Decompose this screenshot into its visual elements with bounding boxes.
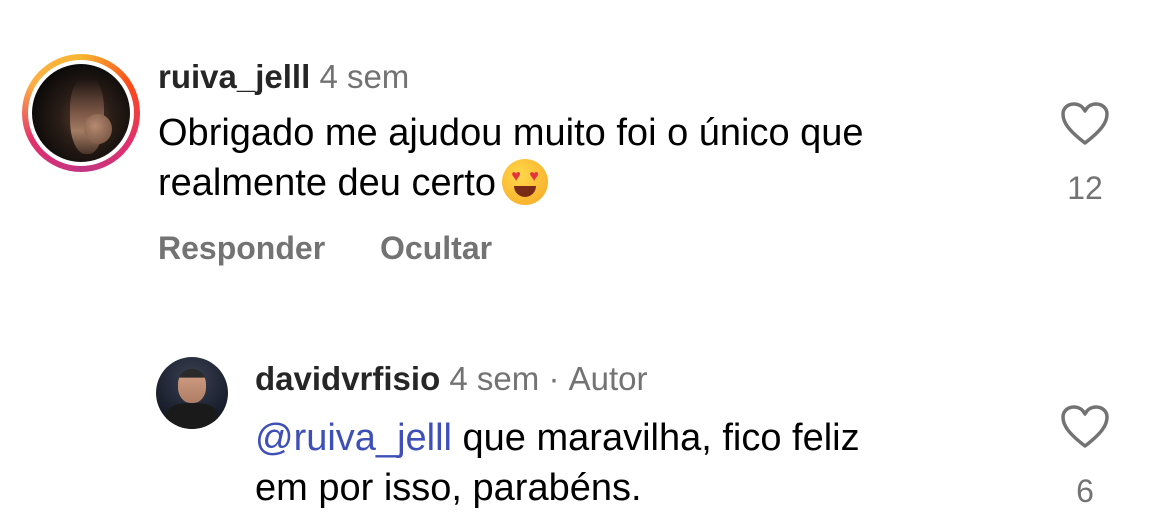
like-count: 12 — [1067, 170, 1103, 206]
reply-username[interactable]: davidvrfisio — [255, 360, 440, 397]
comment-timestamp: 4 sem — [319, 58, 410, 95]
hide-button[interactable]: Ocultar — [380, 230, 492, 266]
reply-text-line: @ruiva_jelll que maravilha, fico feliz — [255, 413, 860, 463]
comment-username[interactable]: ruiva_jelll — [158, 58, 310, 95]
comment-text-line: realmente deu certo ♥ ♥ — [158, 158, 864, 208]
comment-text-line: Obrigado me ajudou muito foi o único que — [158, 112, 864, 154]
reply-button[interactable]: Responder — [158, 230, 325, 266]
heart-icon[interactable] — [1060, 102, 1110, 146]
like-control: 12 — [1055, 102, 1115, 207]
reply-like-count: 6 — [1076, 473, 1094, 509]
comment-header: ruiva_jelll 4 sem — [158, 58, 409, 96]
reply-timestamp: 4 sem — [449, 360, 540, 397]
comment-text: Obrigado me ajudou muito foi o único que… — [158, 108, 864, 208]
heart-icon[interactable] — [1060, 405, 1110, 449]
reply-avatar[interactable] — [156, 357, 228, 429]
reply-like-control: 6 — [1055, 405, 1115, 510]
mention-link[interactable]: @ruiva_jelll — [255, 417, 452, 459]
author-badge: Autor — [568, 360, 648, 397]
reply-text-rest: que maravilha, fico feliz — [451, 417, 860, 459]
reply-text-line-2: em por isso, parabéns. — [255, 467, 642, 509]
reply-text: @ruiva_jelll que maravilha, fico feliz e… — [255, 413, 860, 513]
comment-actions: Responder Ocultar — [158, 230, 538, 267]
comment-text-line-2: realmente deu certo — [158, 162, 496, 204]
story-ring-avatar[interactable] — [22, 54, 140, 172]
avatar — [32, 64, 130, 162]
reply-header: davidvrfisio 4 sem · Autor — [255, 360, 648, 398]
heart-eyes-emoji-icon: ♥ ♥ — [501, 159, 548, 205]
meta-separator: · — [548, 360, 560, 397]
